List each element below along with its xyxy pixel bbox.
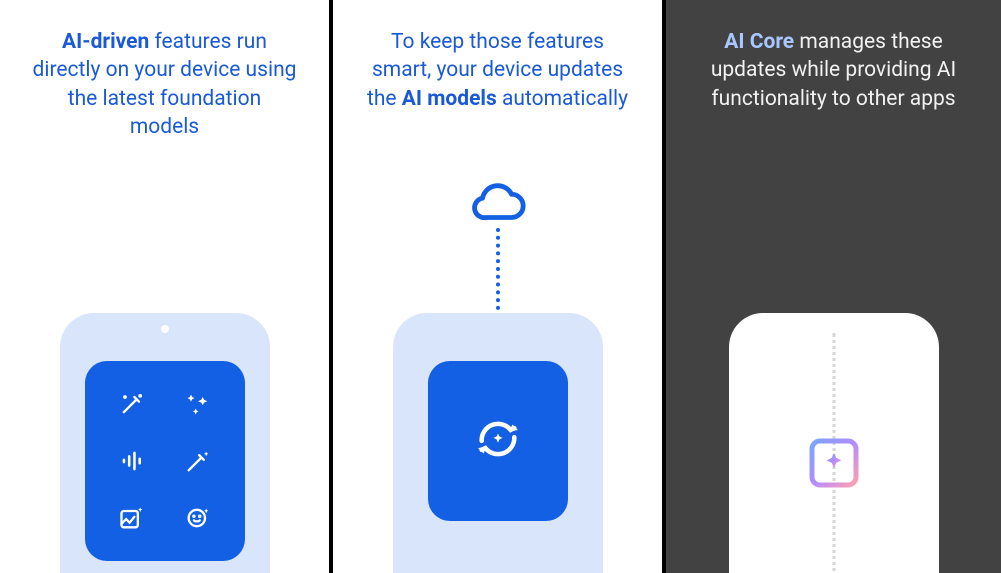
image-sparkle-icon bbox=[109, 498, 155, 539]
ai-chip-icon bbox=[794, 423, 874, 503]
headline-3: AI Core manages these updates while prov… bbox=[666, 0, 1001, 113]
sparkle-lines-icon bbox=[175, 383, 221, 424]
device-notch bbox=[161, 325, 169, 333]
audio-bars-icon bbox=[109, 440, 155, 481]
headline-2-bold: AI models bbox=[402, 87, 497, 111]
sync-sparkle-icon bbox=[469, 410, 527, 472]
headline-1: AI-driven features run directly on your … bbox=[0, 0, 329, 141]
headline-2: To keep those features smart, your devic… bbox=[333, 0, 662, 113]
device-silhouette-3 bbox=[729, 313, 939, 573]
device-silhouette bbox=[60, 313, 270, 573]
headline-1-bold: AI-driven bbox=[62, 30, 149, 54]
panel-updates: To keep those features smart, your devic… bbox=[333, 0, 666, 573]
panel-ai-core: AI Core manages these updates while prov… bbox=[666, 0, 1001, 573]
feature-icon-grid bbox=[85, 361, 245, 561]
sync-tile bbox=[428, 361, 568, 521]
wand-icon bbox=[109, 383, 155, 424]
face-add-sparkle-icon bbox=[175, 498, 221, 539]
cloud-icon bbox=[458, 180, 538, 228]
panel-ai-driven: AI-driven features run directly on your … bbox=[0, 0, 333, 573]
magic-edit-icon bbox=[175, 440, 221, 481]
headline-2-post: automatically bbox=[497, 87, 628, 111]
headline-3-bold: AI Core bbox=[724, 30, 794, 54]
device-silhouette-2 bbox=[393, 313, 603, 573]
